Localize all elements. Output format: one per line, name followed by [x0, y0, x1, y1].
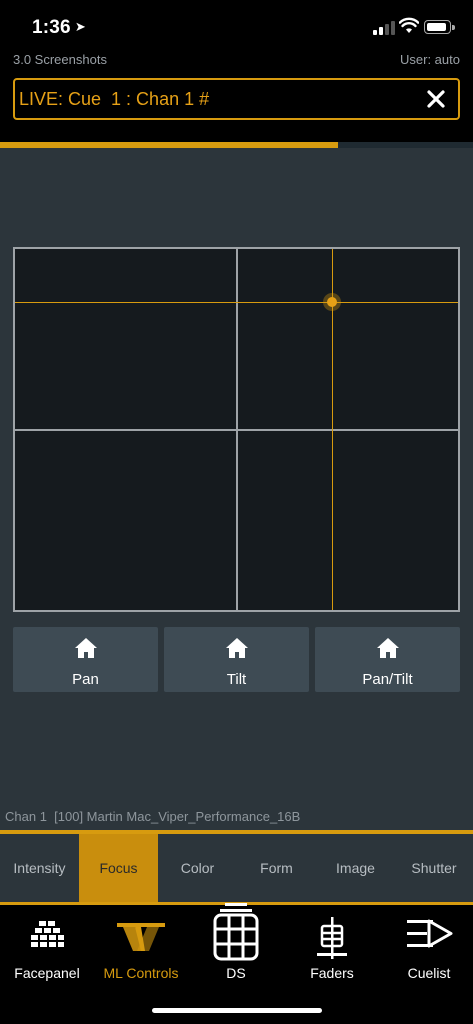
home-icon	[74, 638, 97, 658]
tab-focus[interactable]: Focus	[79, 834, 158, 902]
command-line[interactable]: LIVE: Cue 1 : Chan 1 #	[13, 78, 460, 120]
home-icon	[225, 638, 248, 658]
nav-cuelist-label: Cuelist	[407, 965, 451, 981]
grid-line-horizontal	[15, 429, 458, 431]
header: 3.0 Screenshots User: auto LIVE: Cue 1 :…	[0, 48, 473, 142]
nav-facepanel[interactable]: Facepanel	[0, 905, 94, 990]
home-tilt-button[interactable]: Tilt	[164, 627, 309, 692]
ml-controls-icon	[117, 923, 165, 951]
home-pan-button[interactable]: Pan	[13, 627, 158, 692]
battery-icon	[424, 20, 455, 34]
clear-command-close-icon[interactable]	[424, 87, 448, 111]
user-label: User: auto	[400, 52, 460, 67]
device-info: Chan 1 [100] Martin Mac_Viper_Performanc…	[5, 809, 301, 824]
faders-icon	[317, 917, 347, 959]
cellular-signal-icon	[373, 21, 395, 35]
home-icon	[376, 638, 399, 658]
nav-ds[interactable]: DS	[189, 903, 283, 990]
command-line-text: LIVE: Cue 1 : Chan 1 #	[19, 89, 210, 109]
nav-faders-label: Faders	[310, 965, 354, 981]
nav-facepanel-label: Facepanel	[14, 965, 80, 981]
pan-tilt-pad[interactable]	[13, 247, 460, 612]
status-time: 1:36 ➤	[32, 17, 86, 39]
home-indicator	[152, 1008, 322, 1013]
tab-intensity[interactable]: Intensity	[0, 834, 79, 902]
status-bar: 1:36 ➤	[0, 0, 473, 48]
show-name: 3.0 Screenshots	[13, 52, 107, 67]
nav-ml-controls[interactable]: ML Controls	[94, 905, 188, 990]
direct-selects-icon	[213, 903, 259, 961]
tab-shutter[interactable]: Shutter	[395, 834, 473, 902]
home-tilt-label: Tilt	[226, 671, 247, 688]
tab-image[interactable]: Image	[316, 834, 395, 902]
tab-color[interactable]: Color	[158, 834, 237, 902]
pan-tilt-cursor[interactable]	[323, 293, 341, 311]
home-buttons: Pan Tilt Pan/Tilt	[13, 627, 460, 692]
nav-faders[interactable]: Faders	[285, 905, 379, 990]
home-pan-tilt-button[interactable]: Pan/Tilt	[315, 627, 460, 692]
facepanel-icon	[31, 921, 64, 947]
parameter-tabs: Intensity Focus Color Form Image Shutter	[0, 834, 473, 902]
nav-cuelist[interactable]: Cuelist	[382, 905, 473, 990]
home-pan-label: Pan	[72, 671, 99, 688]
tilt-crosshair	[15, 302, 458, 303]
location-arrow-icon: ➤	[74, 19, 86, 34]
nav-ds-label: DS	[226, 965, 246, 981]
wifi-icon	[399, 17, 419, 33]
tab-form[interactable]: Form	[237, 834, 316, 902]
focus-panel: Pan Tilt Pan/Tilt Chan 1 [100] Martin Ma…	[0, 148, 473, 831]
cuelist-icon	[407, 919, 453, 948]
bottom-nav: Facepanel ML Controls DS Faders Cuelist	[0, 903, 473, 1024]
clock: 1:36	[32, 17, 71, 38]
nav-ml-controls-label: ML Controls	[103, 965, 179, 981]
home-pan-tilt-label: Pan/Tilt	[362, 671, 413, 688]
